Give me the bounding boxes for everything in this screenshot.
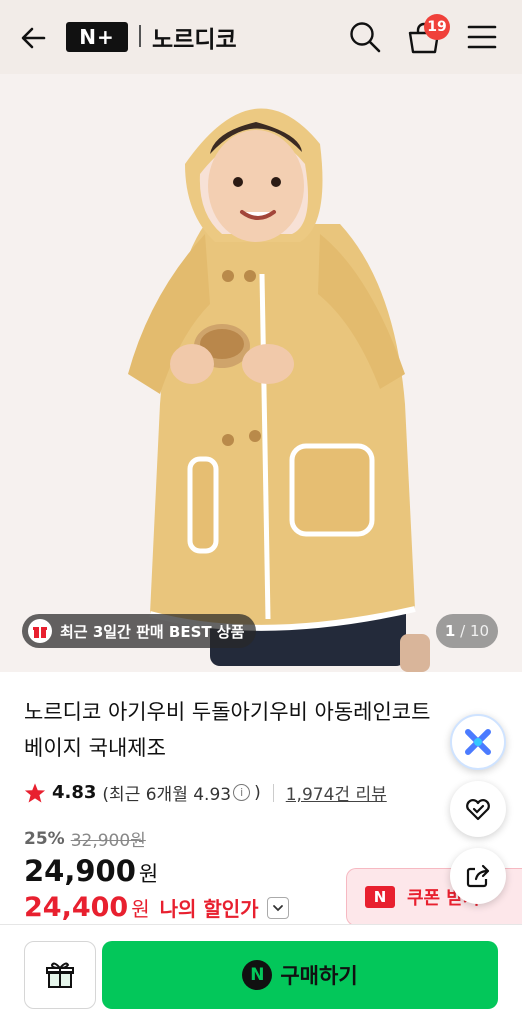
rating-value: 4.83 [52, 782, 97, 803]
my-discount-price: 24,400 [24, 892, 129, 923]
recent-rating-close: ) [254, 782, 261, 803]
product-title-line2: 베이지 국내제조 [24, 736, 166, 760]
product-photo [0, 74, 522, 672]
image-index: 1 [444, 622, 456, 640]
discount-row: 25% 32,900원 [24, 826, 146, 852]
logo-divider [139, 25, 141, 47]
product-title-line1: 노르디코 아기우비 두돌아기우비 아동레인코트 [24, 700, 431, 724]
store-name[interactable]: 노르디코 [152, 20, 237, 54]
cart-count-badge: 19 [424, 14, 450, 40]
star-icon [24, 782, 46, 802]
gift-button[interactable] [24, 941, 96, 1009]
gift-box-icon [28, 619, 52, 643]
naver-plus-logo[interactable]: N+ [66, 22, 128, 52]
review-count-link[interactable]: 1,974건 리뷰 [286, 780, 387, 805]
sparkle-icon [465, 729, 491, 755]
my-price-label: 나의 할인가 [159, 897, 259, 921]
back-arrow-icon[interactable] [18, 22, 50, 54]
buy-button[interactable]: N 구매하기 [102, 941, 498, 1009]
divider [272, 783, 274, 802]
best-seller-tag: 최근 3일간 판매 BEST 상품 [22, 614, 257, 648]
info-icon[interactable]: i [233, 784, 251, 801]
my-price-row[interactable]: 24,400 원 나의 할인가 [24, 892, 289, 923]
image-counter: 1 / 10 [436, 614, 498, 648]
naver-pay-icon: N [242, 960, 273, 990]
zzim-button[interactable] [450, 781, 506, 837]
discount-rate: 25% [24, 828, 65, 849]
best-seller-text: 최근 3일간 판매 BEST 상품 [60, 622, 245, 641]
rating-row: 4.83 (최근 6개월 4.93 i ) 1,974건 리뷰 [24, 780, 387, 805]
recent-rating: (최근 6개월 4.93 [102, 785, 232, 805]
product-title: 노르디코 아기우비 두돌아기우비 아동레인코트 베이지 국내제조 [24, 694, 484, 766]
chevron-down-icon[interactable] [266, 896, 289, 919]
logo-text: N+ [79, 25, 115, 49]
gift-icon [46, 962, 74, 988]
top-app-bar: N+ 노르디코 19 [0, 0, 522, 74]
image-total: / 10 [460, 622, 490, 640]
naver-n-icon: N [365, 886, 395, 908]
search-icon[interactable] [348, 20, 382, 54]
ai-assistant-button[interactable] [450, 714, 506, 770]
original-price: 32,900원 [70, 831, 146, 851]
buy-label: 구매하기 [280, 964, 358, 988]
purchase-bar: N 구매하기 [0, 924, 522, 1024]
share-button[interactable] [450, 848, 506, 904]
product-image-gallery[interactable] [0, 74, 522, 672]
my-price-unit: 원 [131, 897, 150, 921]
heart-check-icon [466, 799, 490, 821]
sale-price-unit: 원 [138, 862, 159, 886]
hamburger-menu-icon[interactable] [466, 22, 498, 52]
sale-price-row: 24,900 원 [24, 854, 158, 888]
sale-price: 24,900 [24, 854, 136, 888]
share-icon [466, 864, 490, 888]
